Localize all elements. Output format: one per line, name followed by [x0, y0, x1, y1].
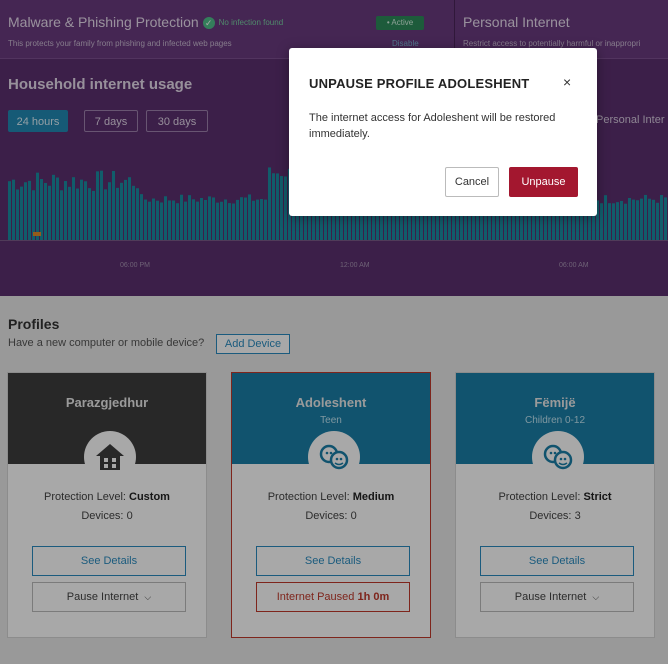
unpause-button[interactable]: Unpause [509, 167, 578, 197]
unpause-dialog: UNPAUSE PROFILE ADOLESHENT × The interne… [289, 48, 597, 216]
close-icon[interactable]: × [563, 74, 571, 90]
cancel-button[interactable]: Cancel [445, 167, 499, 197]
dialog-title: UNPAUSE PROFILE ADOLESHENT [309, 76, 530, 91]
dialog-body: The internet access for Adoleshent will … [309, 112, 556, 140]
